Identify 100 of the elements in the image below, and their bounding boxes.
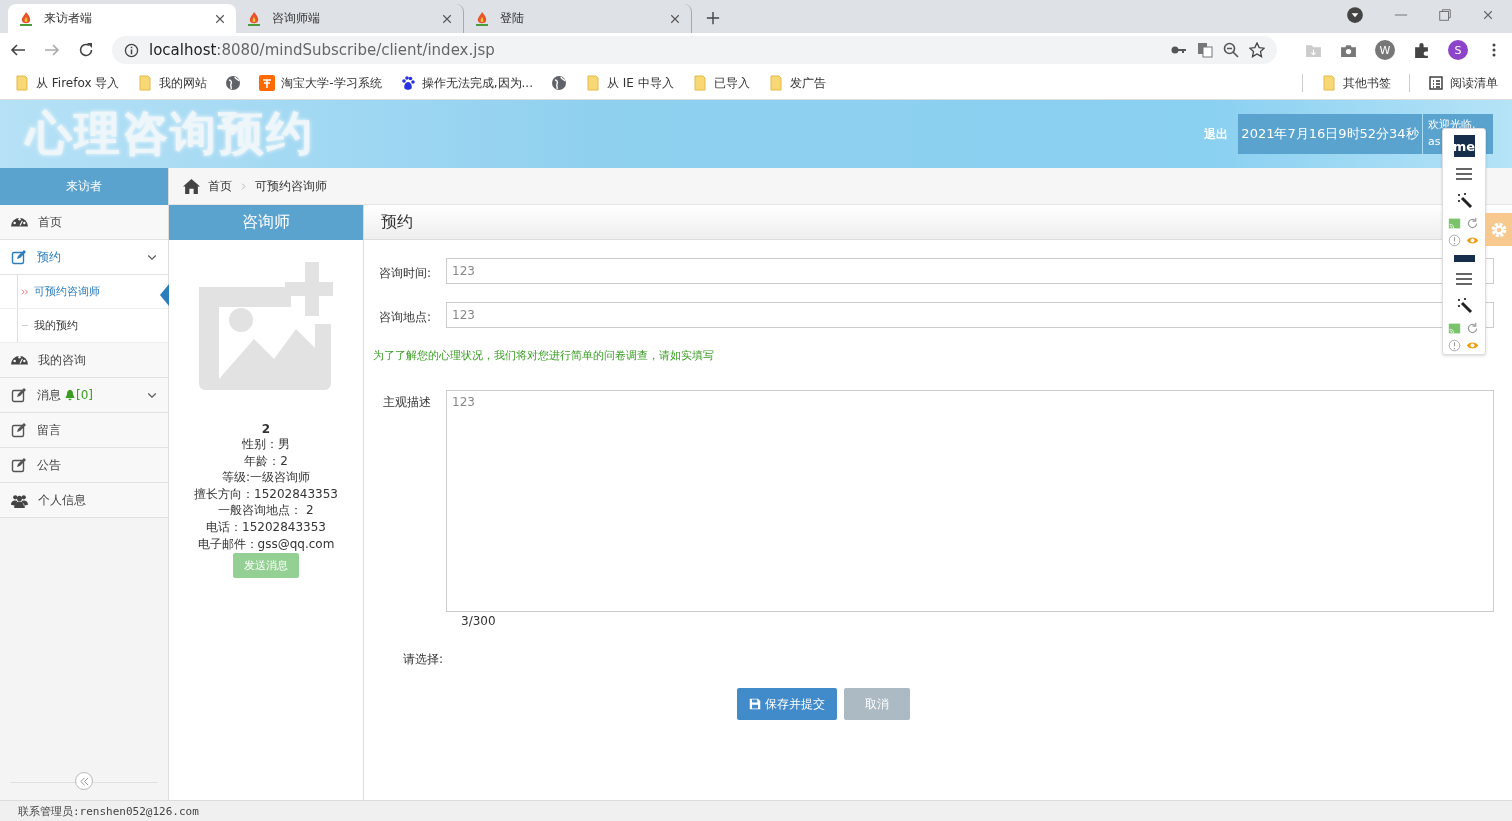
bookmark[interactable]: 淘宝大学-学习系统 bbox=[259, 74, 382, 92]
profile-avatar[interactable]: S bbox=[1448, 40, 1468, 60]
character-counter: 3/300 bbox=[461, 614, 496, 628]
refresh-icon[interactable] bbox=[1466, 322, 1479, 335]
menu-icon[interactable] bbox=[1455, 270, 1473, 288]
breadcrumb-link[interactable]: 可预约咨询师 bbox=[255, 177, 327, 195]
reload-icon[interactable] bbox=[78, 42, 94, 58]
sidebar-item[interactable]: 公告 bbox=[0, 448, 168, 483]
submenu-item[interactable]: 我的预约 bbox=[0, 309, 168, 343]
globe-icon bbox=[225, 75, 242, 91]
bookmark[interactable]: 其他书签 bbox=[1321, 74, 1391, 92]
magic-wand-icon[interactable] bbox=[1455, 191, 1473, 209]
field-label: 主观描述 bbox=[382, 394, 432, 411]
counselor-detail: 电子邮件：gss@qq.com bbox=[197, 535, 335, 553]
folder-icon bbox=[14, 75, 30, 91]
field-label: 请选择: bbox=[403, 651, 444, 668]
flame-icon bbox=[474, 10, 490, 27]
sidebar-label: 留言 bbox=[37, 421, 61, 439]
save-icon bbox=[748, 698, 761, 710]
notice-text: 为了了解您的心理状况，我们将对您进行简单的问卷调查，请如实填写 bbox=[373, 348, 715, 363]
role-title: 来访者 bbox=[0, 168, 168, 205]
close-icon[interactable] bbox=[214, 12, 226, 25]
globe-icon bbox=[550, 75, 567, 91]
sidebar-item[interactable]: 首页 bbox=[0, 205, 168, 240]
browser-tab[interactable]: 登陆 bbox=[464, 4, 692, 33]
zoom-out-icon[interactable] bbox=[1223, 42, 1239, 58]
datetime-display: 2021年7月16日9时52分34秒 bbox=[1238, 114, 1422, 154]
double-chevron-icon bbox=[21, 287, 29, 296]
sidebar-item[interactable]: 留言 bbox=[0, 413, 168, 448]
edit-icon bbox=[11, 457, 27, 473]
folder-icon bbox=[584, 75, 601, 91]
puzzle-icon[interactable] bbox=[1413, 41, 1430, 59]
site-logo: 心理咨询预约 bbox=[26, 105, 314, 162]
counselor-detail: 电话：15202843353 bbox=[206, 518, 326, 536]
counselor-detail: 等级:一级咨询师 bbox=[221, 469, 310, 486]
bookmark[interactable]: 阅读清单 bbox=[1428, 74, 1498, 92]
sidebar-label: 首页 bbox=[38, 213, 62, 231]
edit-icon bbox=[11, 422, 27, 438]
input-field[interactable]: 123 bbox=[446, 302, 1494, 328]
counselor-detail: 年龄：2 bbox=[244, 452, 288, 470]
sidebar-label: 我的咨询 bbox=[38, 351, 86, 369]
edit-icon bbox=[11, 387, 27, 403]
extension-button[interactable]: W bbox=[1375, 40, 1395, 60]
sidebar-label: 消息 bbox=[37, 386, 61, 404]
counselor-detail: 一般咨询地点： 2 bbox=[218, 502, 314, 519]
submit-button[interactable]: 保存并提交 bbox=[736, 688, 837, 720]
plus-icon[interactable] bbox=[706, 11, 720, 25]
sidebar-item[interactable]: 我的咨询 bbox=[0, 343, 168, 378]
breadcrumb-link[interactable]: 首页 bbox=[208, 177, 232, 195]
field-label: 咨询时间: bbox=[377, 264, 432, 282]
field-label: 咨询地点: bbox=[377, 308, 432, 326]
settings-icon bbox=[1489, 220, 1508, 239]
star-icon[interactable] bbox=[1249, 42, 1265, 58]
submenu-item[interactable]: 可预约咨询师 bbox=[0, 275, 168, 309]
translate-icon[interactable] bbox=[1197, 42, 1213, 58]
description-field[interactable]: 123 bbox=[446, 390, 1494, 612]
chevron-right-icon bbox=[240, 182, 247, 190]
notification-count: [0] bbox=[76, 388, 93, 402]
reading-list-icon bbox=[1428, 75, 1444, 91]
bookmark[interactable]: 我的网站 bbox=[137, 74, 208, 92]
browser-tab[interactable]: 咨询师端 bbox=[236, 4, 464, 33]
address-bar[interactable]: localhost:8080/mindSubscribe/client/index.jsp bbox=[112, 36, 1277, 64]
counselor-name: 2 bbox=[261, 422, 271, 436]
bookmark[interactable]: 已导入 bbox=[691, 74, 750, 92]
sidebar-label: 个人信息 bbox=[38, 491, 86, 509]
close-icon[interactable] bbox=[669, 12, 681, 25]
counselor-detail: 擅长方向：15202843353 bbox=[194, 485, 338, 503]
folder-icon bbox=[137, 75, 154, 91]
bookmark[interactable]: 从 IE 中导入 bbox=[584, 74, 674, 92]
sidebar-label: 预约 bbox=[37, 248, 61, 266]
bookmark[interactable]: 发广告 bbox=[767, 74, 826, 92]
close-icon[interactable] bbox=[1482, 9, 1494, 21]
home-icon[interactable] bbox=[183, 177, 200, 195]
input-field[interactable]: 123 bbox=[446, 258, 1494, 284]
close-icon[interactable] bbox=[441, 12, 453, 25]
taobao-icon bbox=[259, 75, 276, 91]
menu-icon[interactable] bbox=[1455, 165, 1473, 183]
dashboard-icon bbox=[11, 217, 28, 227]
browser-tab[interactable]: 来访者端 bbox=[8, 4, 236, 33]
sidebar-item[interactable]: 预约 bbox=[0, 240, 168, 275]
dashboard-icon bbox=[11, 355, 28, 365]
status-bar: 联系管理员:renshen052@126.com bbox=[0, 800, 1512, 821]
restore-icon[interactable] bbox=[1438, 8, 1452, 22]
bookmark[interactable]: 从 Firefox 导入 bbox=[14, 74, 120, 92]
sidebar-item[interactable]: 个人信息 bbox=[0, 483, 168, 518]
double-chevron-left-icon bbox=[79, 776, 89, 786]
folder-icon bbox=[1321, 75, 1337, 91]
paw-icon bbox=[399, 75, 416, 91]
info-icon bbox=[124, 42, 139, 58]
refresh-icon[interactable] bbox=[1466, 217, 1479, 230]
extension-logo[interactable]: me bbox=[1453, 135, 1475, 157]
bell-icon bbox=[64, 389, 76, 401]
sidebar-label: 公告 bbox=[37, 456, 61, 474]
sidebar-item[interactable]: 消息 [0] bbox=[0, 378, 168, 413]
bookmark[interactable]: 操作无法完成,因为... bbox=[399, 74, 533, 92]
edit-icon bbox=[11, 249, 27, 265]
magic-wand-icon[interactable] bbox=[1455, 296, 1473, 314]
back-icon[interactable] bbox=[10, 42, 26, 58]
flame-icon bbox=[246, 10, 262, 27]
tab-search-icon[interactable] bbox=[1346, 6, 1364, 24]
